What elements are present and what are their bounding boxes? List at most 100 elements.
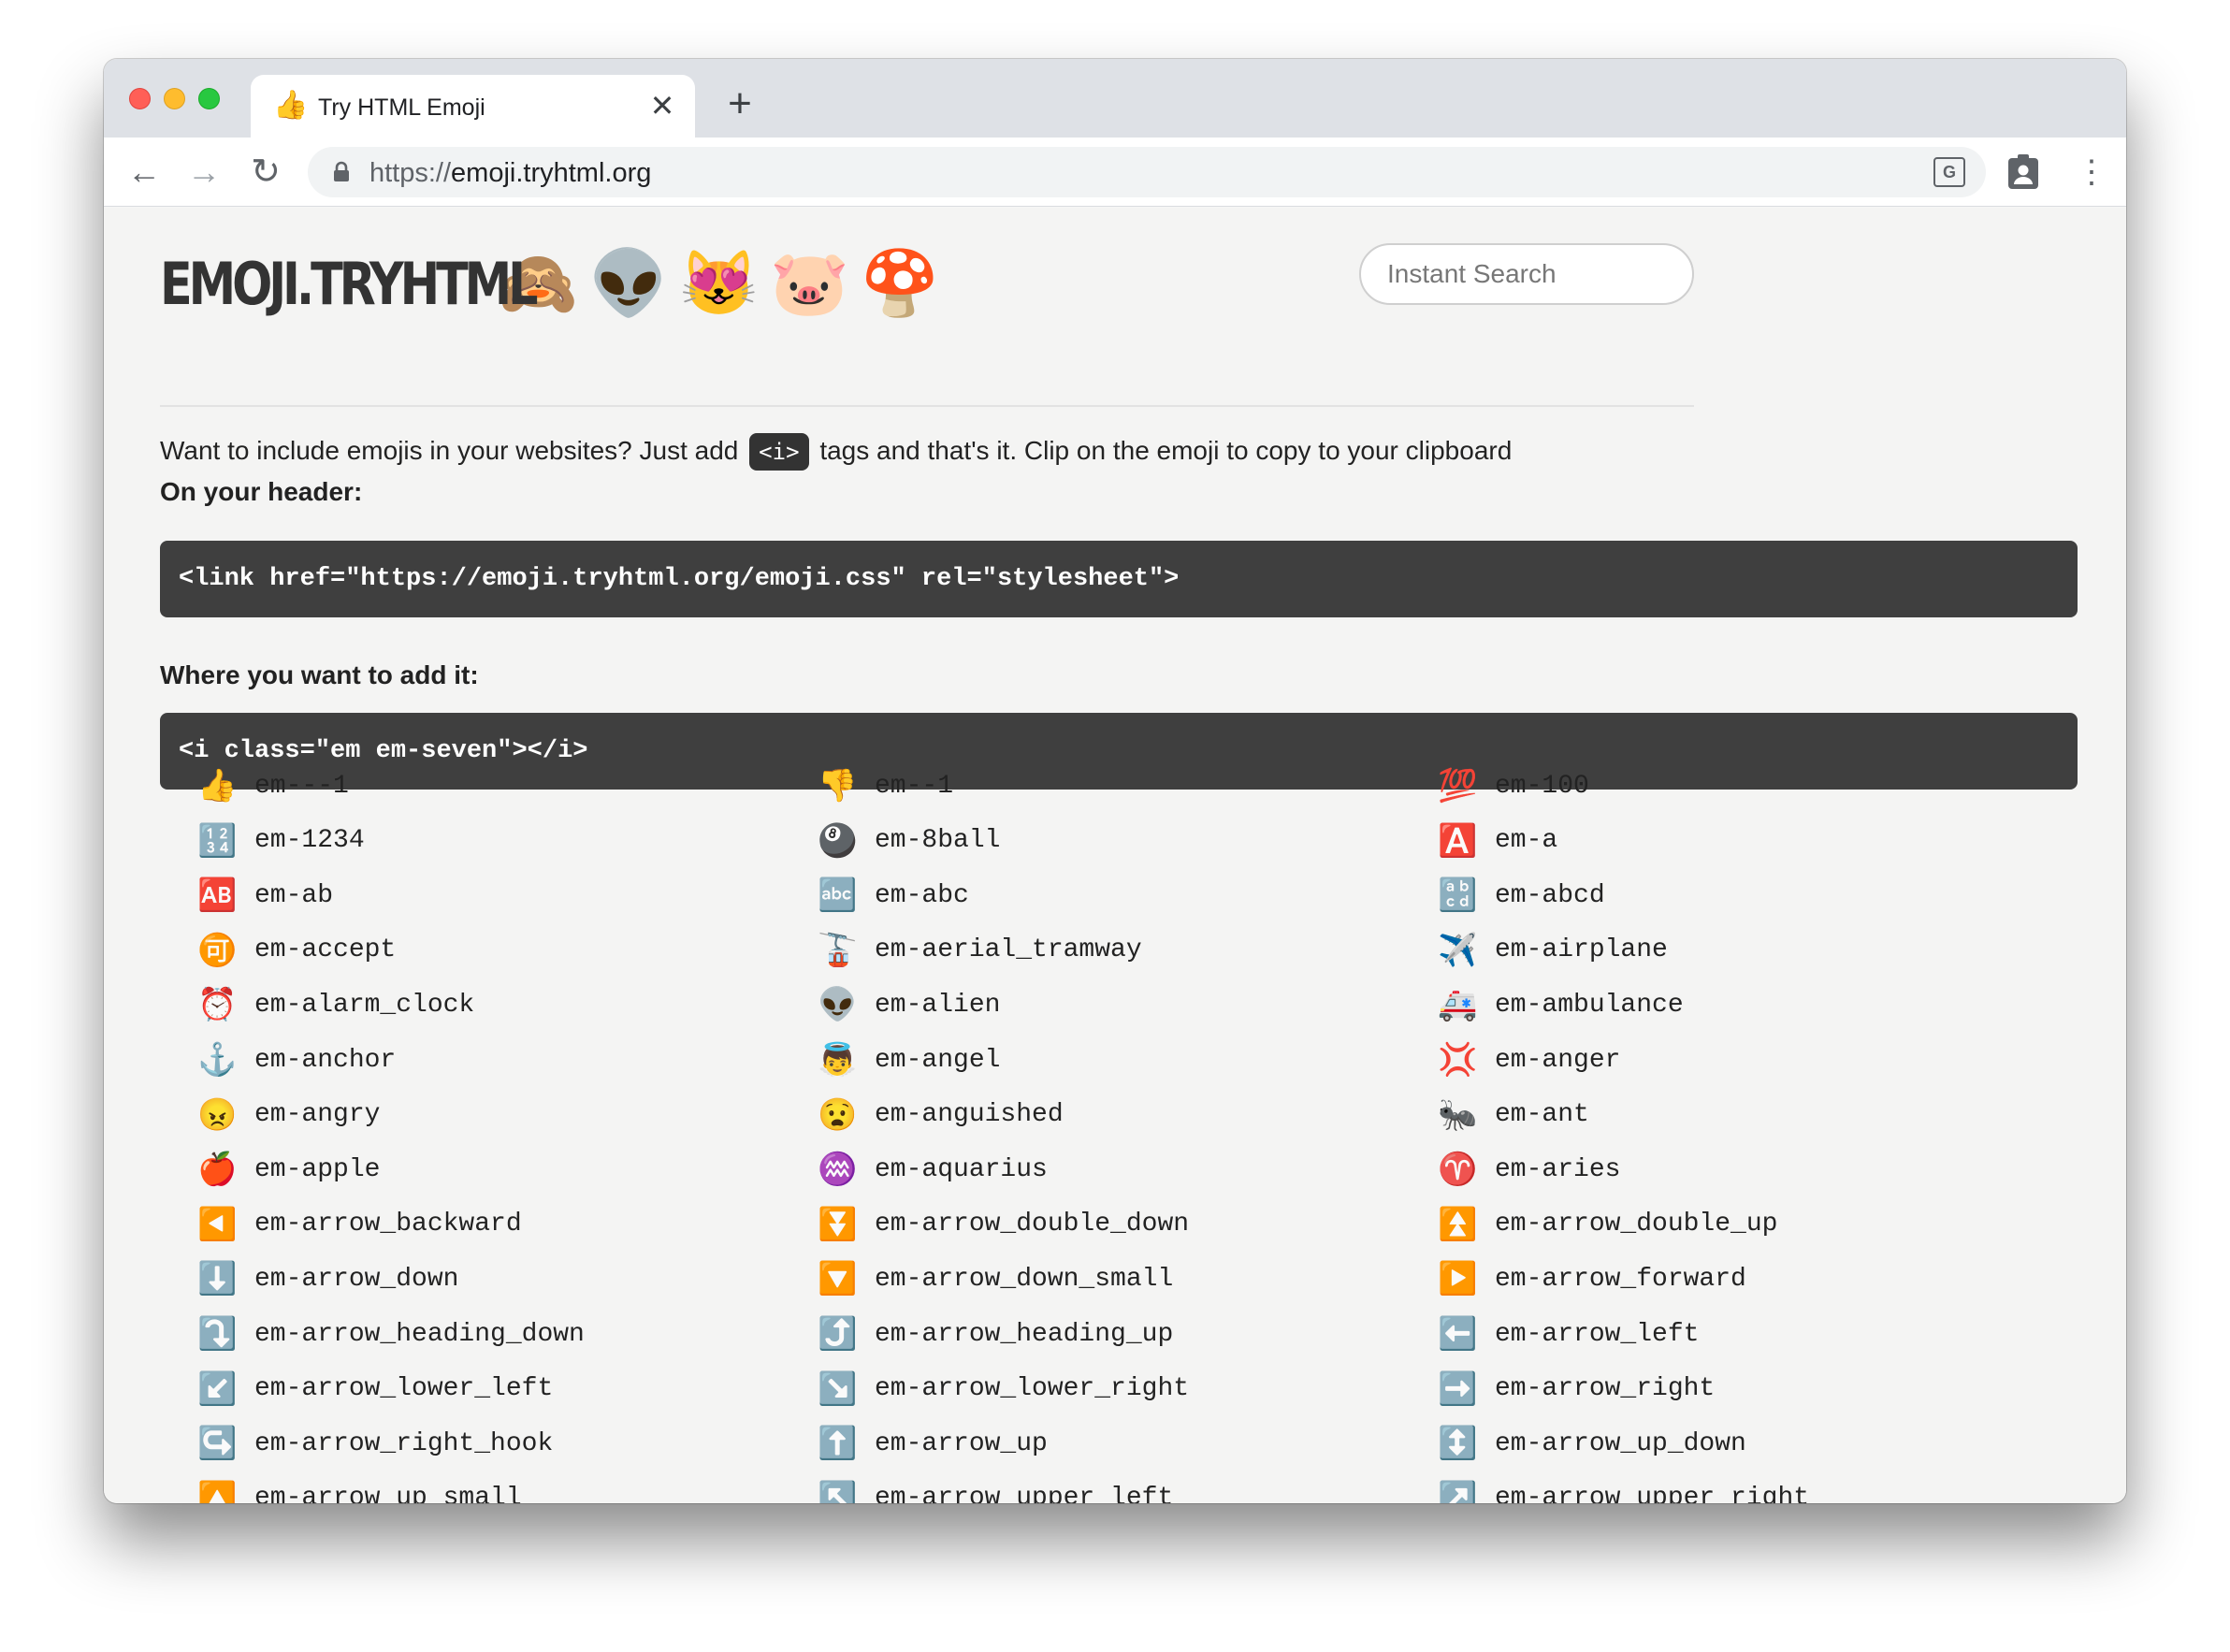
page-content: EMOJI.TRYHTML 🙈 👽 😻 🐷 🍄 Want to include … — [104, 208, 2126, 1503]
emoji-item[interactable]: ➡️ em-arrow_right — [1438, 1362, 1715, 1416]
maximize-window-button[interactable] — [198, 88, 220, 109]
emoji-class-name: em-arrow_down_small — [875, 1264, 1174, 1294]
emoji-class-name: em-arrow_heading_up — [875, 1319, 1174, 1349]
kebab-menu-icon[interactable]: ⋮ — [2076, 156, 2107, 188]
emoji-item[interactable]: ⏰ em-alarm_clock — [197, 978, 474, 1032]
emoji-class-name: em-alien — [875, 990, 1001, 1020]
emoji-icon: 😧 — [818, 1096, 858, 1133]
emoji-icon: 🚡 — [818, 932, 858, 968]
emoji-item[interactable]: ↖️ em-arrow_upper_left — [818, 1471, 1173, 1503]
emoji-class-name: em-arrow_up_down — [1495, 1428, 1746, 1458]
header-usage-label: On your header: — [160, 477, 363, 506]
emoji-item[interactable]: 🔽 em-arrow_down_small — [818, 1252, 1173, 1306]
emoji-item[interactable]: ⏫ em-arrow_double_up — [1438, 1197, 1777, 1252]
profile-badge-icon[interactable] — [2006, 154, 2040, 190]
emoji-icon: ⚓ — [197, 1042, 238, 1078]
emoji-item[interactable]: 🚑 em-ambulance — [1438, 978, 1684, 1032]
emoji-item[interactable]: 🉑 em-accept — [197, 923, 396, 978]
emoji-class-name: em-apple — [254, 1154, 381, 1184]
emoji-item[interactable]: ⬅️ em-arrow_left — [1438, 1307, 1699, 1361]
emoji-icon: 🔢 — [197, 822, 238, 859]
emoji-item[interactable]: 🍎 em-apple — [197, 1142, 380, 1196]
emoji-item[interactable]: 🔢 em-1234 — [197, 814, 365, 868]
emoji-icon: 🆎 — [197, 877, 238, 914]
add-usage-label: Where you want to add it: — [160, 660, 479, 689]
tab-title: Try HTML Emoji — [318, 94, 485, 121]
emoji-icon: 👍 — [197, 768, 238, 804]
emoji-icon: 🅰️ — [1438, 822, 1478, 859]
emoji-icon: 👼 — [818, 1042, 858, 1078]
emoji-icon: ⤵️ — [197, 1316, 238, 1352]
emoji-class-name: em-anguished — [875, 1100, 1064, 1130]
i-tag-chip: <i> — [749, 433, 809, 471]
emoji-class-name: em--1 — [875, 771, 954, 801]
emoji-icon: ⏰ — [197, 987, 238, 1023]
emoji-item[interactable]: 😧 em-anguished — [818, 1088, 1064, 1142]
minimize-window-button[interactable] — [164, 88, 185, 109]
address-bar[interactable]: https://emoji.tryhtml.org G — [308, 147, 1986, 197]
logo-text: EMOJI.TRYHTML — [160, 249, 539, 318]
tab-active[interactable]: 👍 Try HTML Emoji ✕ — [251, 75, 695, 138]
emoji-item[interactable]: ↕️ em-arrow_up_down — [1438, 1416, 1746, 1471]
emoji-item[interactable]: 🎱 em-8ball — [818, 814, 1000, 868]
emoji-item[interactable]: 😠 em-angry — [197, 1088, 380, 1142]
emoji-item[interactable]: ⬇️ em-arrow_down — [197, 1252, 458, 1306]
emoji-item[interactable]: 🔼 em-arrow_up_small — [197, 1471, 522, 1503]
emoji-item[interactable]: ↪️ em-arrow_right_hook — [197, 1416, 553, 1471]
translate-icon[interactable]: G — [1933, 157, 1965, 187]
emoji-item[interactable]: ⤴️ em-arrow_heading_up — [818, 1307, 1173, 1361]
emoji-item[interactable]: ✈️ em-airplane — [1438, 923, 1668, 978]
emoji-item[interactable]: 👼 em-angel — [818, 1033, 1000, 1087]
emoji-class-name: em-arrow_right — [1495, 1374, 1716, 1404]
emoji-item[interactable]: 💢 em-anger — [1438, 1033, 1620, 1087]
mushroom-icon: 🍄 — [860, 248, 940, 319]
emoji-item[interactable]: 🆎 em-ab — [197, 868, 333, 922]
emoji-class-name: em-angel — [875, 1045, 1001, 1075]
emoji-item[interactable]: 👽 em-alien — [818, 978, 1000, 1032]
emoji-item[interactable]: ⤵️ em-arrow_heading_down — [197, 1307, 585, 1361]
emoji-icon: ↪️ — [197, 1426, 238, 1462]
emoji-class-name: em-anchor — [254, 1045, 397, 1075]
emoji-item[interactable]: 💯 em-100 — [1438, 759, 1589, 813]
emoji-item[interactable]: ⚓ em-anchor — [197, 1033, 396, 1087]
emoji-item[interactable]: 🅰️ em-a — [1438, 814, 1557, 868]
emoji-item[interactable]: 👎 em--1 — [818, 759, 953, 813]
emoji-class-name: em-ab — [254, 880, 334, 910]
emoji-item[interactable]: 👍 em---1 — [197, 759, 349, 813]
header-divider — [160, 405, 1694, 407]
usage-code-block[interactable]: <i class="em em-seven"></i> — [160, 713, 2078, 790]
close-tab-icon[interactable]: ✕ — [646, 90, 678, 122]
emoji-icon: ◀️ — [197, 1206, 238, 1242]
emoji-item[interactable]: 🔤 em-abc — [818, 868, 969, 922]
emoji-item[interactable]: 🚡 em-aerial_tramway — [818, 923, 1142, 978]
new-tab-button[interactable]: + — [721, 83, 759, 124]
emoji-class-name: em-arrow_backward — [254, 1210, 522, 1239]
emoji-icon: ⬆️ — [818, 1426, 858, 1462]
emoji-item[interactable]: ♈ em-aries — [1438, 1142, 1620, 1196]
url-host: emoji.tryhtml.org — [451, 158, 652, 188]
emoji-item[interactable]: 🔡 em-abcd — [1438, 868, 1605, 922]
intro-after: tags and that's it. Clip on the emoji to… — [819, 436, 1513, 465]
emoji-item[interactable]: ♒ em-aquarius — [818, 1142, 1048, 1196]
emoji-item[interactable]: ◀️ em-arrow_backward — [197, 1197, 522, 1252]
emoji-item[interactable]: ▶️ em-arrow_forward — [1438, 1252, 1746, 1306]
emoji-class-name: em-arrow_right_hook — [254, 1428, 554, 1458]
stylesheet-code-block[interactable]: <link href="https://emoji.tryhtml.org/em… — [160, 541, 2078, 617]
forward-arrow-icon[interactable]: → — [184, 152, 224, 192]
emoji-item[interactable]: ⬆️ em-arrow_up — [818, 1416, 1048, 1471]
emoji-icon: 🉑 — [197, 932, 238, 968]
emoji-item[interactable]: 🐜 em-ant — [1438, 1088, 1589, 1142]
site-logo[interactable]: EMOJI.TRYHTML 🙈 👽 😻 🐷 🍄 — [160, 241, 939, 326]
emoji-item[interactable]: ⏬ em-arrow_double_down — [818, 1197, 1189, 1252]
emoji-item[interactable]: ↙️ em-arrow_lower_left — [197, 1362, 553, 1416]
reload-icon[interactable]: ↻ — [246, 152, 285, 192]
emoji-icon: 💢 — [1438, 1042, 1478, 1078]
emoji-icon: 🍎 — [197, 1152, 238, 1188]
emoji-class-name: em-arrow_upper_right — [1495, 1484, 1810, 1503]
close-window-button[interactable] — [129, 88, 151, 109]
back-arrow-icon[interactable]: ← — [124, 152, 164, 192]
emoji-item[interactable]: ↘️ em-arrow_lower_right — [818, 1362, 1189, 1416]
emoji-class-name: em-ambulance — [1495, 990, 1684, 1020]
emoji-item[interactable]: ↗️ em-arrow_upper_right — [1438, 1471, 1809, 1503]
instant-search-input[interactable] — [1359, 243, 1694, 305]
